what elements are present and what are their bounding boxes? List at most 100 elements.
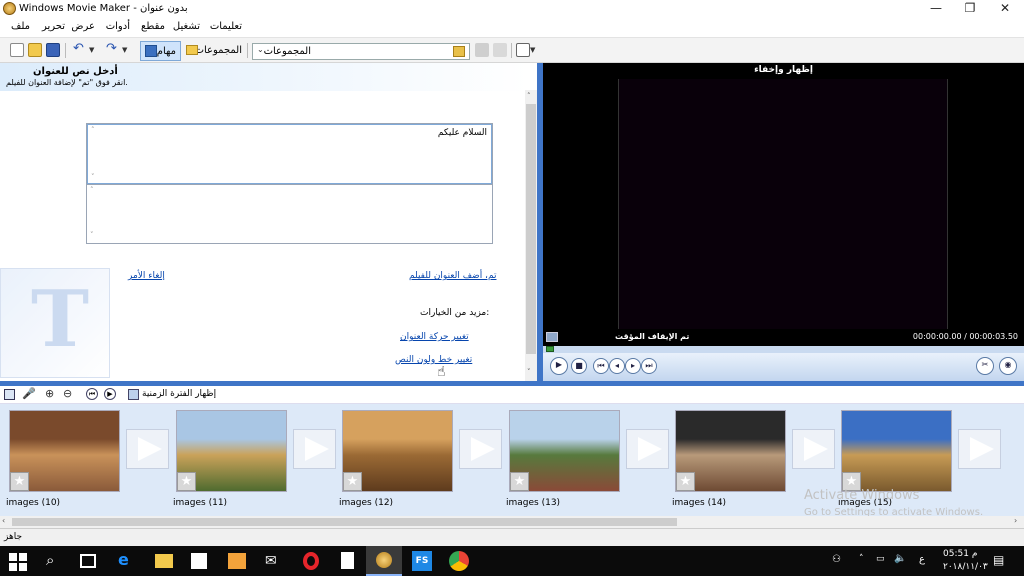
transition-slot[interactable] [958,429,1001,469]
storyboard-clip[interactable]: ★ [176,410,287,492]
menu-help[interactable]: تعليمات [210,21,242,32]
menu-file[interactable]: ملف [11,21,30,32]
menu-play[interactable]: تشغيل [173,21,200,32]
scroll-up-icon[interactable]: ˄ [90,186,94,194]
chrome-browser-icon[interactable] [449,551,469,571]
scroll-down-icon[interactable]: ˅ [91,173,95,181]
windows-start-icon[interactable] [9,553,27,571]
forward-icon[interactable]: ▸ [625,358,641,374]
undo-dropdown-icon[interactable]: ▼ [89,43,103,57]
restore-button[interactable]: ❐ [953,0,987,18]
star-icon[interactable]: ★ [10,472,29,491]
collections-dropdown[interactable]: المجموعات ⌄ [252,43,470,60]
opera-browser-icon[interactable] [303,552,319,570]
task-view-icon[interactable] [80,554,96,568]
rewind-storyboard-icon[interactable]: ⏮ [86,388,98,400]
subtitle-text-input[interactable]: ˄ ˅ [87,184,492,243]
up-level-icon[interactable] [475,43,489,57]
stop-icon[interactable]: ■ [571,358,587,374]
volume-icon[interactable]: 🔈 [894,553,906,564]
views-dropdown-icon[interactable]: ▼ [530,43,544,57]
battery-icon[interactable]: ▭ [876,554,885,564]
save-project-icon[interactable] [46,43,60,57]
new-project-icon[interactable] [10,43,24,57]
narrate-timeline-icon[interactable]: 🎤 [22,387,36,400]
scroll-down-icon[interactable]: ˅ [527,368,531,376]
task-pane-scrollbar[interactable]: ˄ ˅ [525,90,537,381]
store-icon[interactable] [191,553,207,569]
action-center-icon[interactable]: ▤ [993,553,1004,567]
transition-slot[interactable] [459,429,502,469]
search-icon[interactable]: ⌕ [46,551,66,571]
close-button[interactable]: ✕ [988,0,1022,18]
scroll-up-icon[interactable]: ˄ [527,92,531,100]
menu-edit[interactable]: تحرير [42,21,65,32]
storyboard-toolbar: 🎤 ⊕ ⊖ ⏮ ▶ إظهار الفترة الزمنية [0,386,1024,404]
storyboard-clip[interactable]: ★ [9,410,120,492]
transition-slot[interactable] [626,429,669,469]
play-storyboard-icon[interactable]: ▶ [104,388,116,400]
clock-time[interactable]: 05:51 م [943,549,977,559]
movies-app-icon[interactable] [228,553,246,569]
star-icon[interactable]: ★ [177,472,196,491]
seek-bar[interactable] [543,346,1024,353]
toolbar-separator [511,43,512,58]
zoom-out-icon[interactable]: ⊖ [63,387,72,400]
open-project-icon[interactable] [28,43,42,57]
done-add-title-link[interactable]: تم، أضف العنوان للفيلم [409,271,496,281]
redo-dropdown-icon[interactable]: ▼ [122,43,136,57]
star-icon[interactable]: ★ [510,472,529,491]
new-collection-folder-icon[interactable] [493,43,507,57]
transition-slot[interactable] [792,429,835,469]
storyboard-clip[interactable]: ★ [509,410,620,492]
storyboard-scrollbar[interactable]: ‹ › [0,516,1024,528]
notepad-icon[interactable] [341,552,354,569]
seek-thumb[interactable] [546,346,554,352]
play-icon[interactable]: ▶ [550,357,568,375]
undo-icon[interactable]: ↶ [73,42,87,57]
transition-slot[interactable] [126,429,169,469]
change-text-font-color-link[interactable]: تغيير خط ولون النص [395,355,472,365]
clock-date[interactable]: ٢٠١٨/١١/٠٣ [943,562,988,572]
mail-icon[interactable]: ✉ [265,551,285,571]
chevron-up-icon[interactable]: ˄ [859,554,864,564]
rewind-icon[interactable]: ◂ [609,358,625,374]
scroll-right-icon[interactable]: › [1014,516,1017,525]
scroll-up-icon[interactable]: ˄ [91,126,95,134]
zoom-in-icon[interactable]: ⊕ [45,387,54,400]
minimize-button[interactable]: — [919,0,953,18]
next-frame-icon[interactable]: ⏭ [641,358,657,374]
scroll-left-icon[interactable]: ‹ [2,516,5,525]
menu-tools[interactable]: أدوات [106,21,130,32]
transition-slot[interactable] [293,429,336,469]
redo-icon[interactable]: ↷ [106,42,120,57]
star-icon[interactable]: ★ [676,472,695,491]
storyboard-clip[interactable]: ★ [342,410,453,492]
storyboard-clip[interactable]: ★ [841,410,952,492]
file-explorer-icon[interactable] [155,554,173,568]
movie-maker-app-icon[interactable] [3,2,16,15]
menu-clip[interactable]: مقطع [141,21,165,32]
cancel-link[interactable]: إلغاء الأمر [128,271,165,281]
tasks-button[interactable]: مهام [140,41,181,61]
previous-frame-icon[interactable]: ⏮ [593,358,609,374]
scroll-down-icon[interactable]: ˅ [90,231,94,239]
split-clip-icon[interactable]: ✂ [976,357,994,375]
take-picture-icon[interactable]: ◉ [999,357,1017,375]
menu-view[interactable]: عرض [71,21,95,32]
fs-app-icon[interactable]: FS [412,551,432,571]
people-icon[interactable]: ⚇ [832,554,841,565]
star-icon[interactable]: ★ [343,472,362,491]
input-language-indicator[interactable]: ع [919,554,925,565]
storyboard-clip[interactable]: ★ [675,410,786,492]
movie-maker-taskbar-button[interactable] [366,546,402,576]
storyboard-view-icon[interactable] [4,389,15,400]
edge-browser-icon[interactable]: e [118,551,138,571]
title-text-input[interactable]: السلام عليكم ˄ ˅ [87,124,492,184]
show-timeline-button[interactable]: إظهار الفترة الزمنية [142,389,216,399]
scrollbar-thumb[interactable] [526,104,536,354]
views-icon[interactable] [516,43,530,57]
change-title-animation-link[interactable]: تغيير حركة العنوان [400,332,469,342]
collections-button[interactable]: المجموعات [184,42,244,60]
scrollbar-thumb[interactable] [12,518,677,526]
